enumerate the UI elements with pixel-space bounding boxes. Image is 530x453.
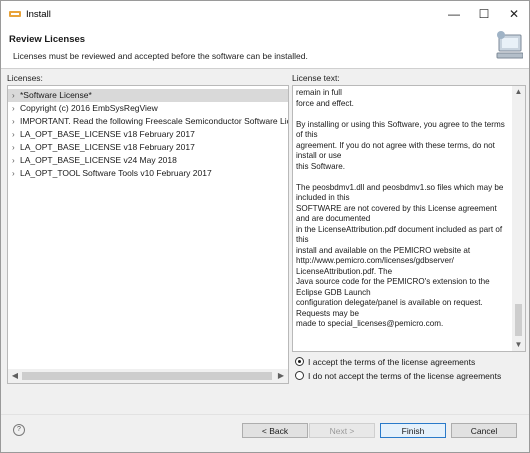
header-divider [1, 68, 529, 69]
chevron-right-icon[interactable]: › [12, 141, 15, 154]
scroll-up-icon[interactable]: ▲ [512, 86, 525, 98]
finish-button[interactable]: Finish [380, 423, 446, 438]
chevron-right-icon[interactable]: › [12, 128, 15, 141]
license-item-label: Copyright (c) 2016 EmbSysRegView [20, 103, 158, 113]
license-item-label: LA_OPT_BASE_LICENSE v18 February 2017 [20, 129, 195, 139]
accept-radio[interactable] [295, 357, 304, 366]
license-item[interactable]: › IMPORTANT. Read the following Freescal… [8, 115, 288, 128]
scroll-right-icon[interactable]: ▶ [274, 369, 288, 383]
close-button[interactable]: ✕ [499, 1, 529, 27]
license-text-content: remain in full force and effect. By inst… [296, 88, 505, 328]
licenses-label: Licenses: [7, 73, 43, 83]
page-subtitle: Licenses must be reviewed and accepted b… [13, 51, 308, 61]
page-title: Review Licenses [9, 34, 86, 45]
computer-install-icon [496, 31, 523, 59]
license-item[interactable]: › LA_OPT_BASE_LICENSE v24 May 2018 [8, 154, 288, 167]
cancel-button[interactable]: Cancel [451, 423, 517, 438]
license-item-label: *Software License* [20, 90, 92, 100]
license-item[interactable]: › LA_OPT_BASE_LICENSE v18 February 2017 [8, 141, 288, 154]
minimize-button[interactable]: — [439, 1, 469, 27]
scroll-left-icon[interactable]: ◀ [8, 369, 22, 383]
help-icon[interactable]: ? [13, 424, 25, 436]
maximize-button[interactable]: ☐ [469, 1, 499, 27]
license-item[interactable]: › LA_OPT_TOOL Software Tools v10 Februar… [8, 167, 288, 180]
back-button[interactable]: < Back [242, 423, 308, 438]
license-item-label: LA_OPT_BASE_LICENSE v18 February 2017 [20, 142, 195, 152]
license-text-label: License text: [292, 73, 340, 83]
chevron-right-icon[interactable]: › [12, 167, 15, 180]
vertical-scrollbar[interactable]: ▲ ▼ [512, 86, 525, 351]
title-bar: Install — ☐ ✕ [1, 1, 529, 27]
footer-divider [1, 414, 529, 415]
chevron-right-icon[interactable]: › [12, 89, 15, 102]
decline-label: I do not accept the terms of the license… [308, 371, 502, 381]
accept-label: I accept the terms of the license agreem… [308, 357, 476, 367]
eclipse-install-icon [9, 11, 21, 17]
window-title: Install [26, 9, 51, 20]
license-item[interactable]: › LA_OPT_BASE_LICENSE v18 February 2017 [8, 128, 288, 141]
install-dialog: Install — ☐ ✕ Review Licenses Licenses m… [0, 0, 530, 453]
chevron-right-icon[interactable]: › [12, 115, 15, 128]
license-text-area[interactable]: remain in full force and effect. By inst… [292, 85, 526, 352]
licenses-tree[interactable]: › *Software License* › Copyright (c) 201… [7, 85, 289, 384]
license-item-label: LA_OPT_BASE_LICENSE v24 May 2018 [20, 155, 177, 165]
scrollbar-thumb[interactable] [22, 372, 272, 380]
decline-radio[interactable] [295, 371, 304, 380]
horizontal-scrollbar[interactable]: ◀ ▶ [8, 369, 288, 383]
chevron-right-icon[interactable]: › [12, 102, 15, 115]
scroll-down-icon[interactable]: ▼ [512, 339, 525, 351]
license-item[interactable]: › Copyright (c) 2016 EmbSysRegView [8, 102, 288, 115]
next-button[interactable]: Next > [309, 423, 375, 438]
license-item[interactable]: › *Software License* [8, 89, 288, 102]
wizard-header: Review Licenses Licenses must be reviewe… [1, 27, 529, 68]
license-item-label: LA_OPT_TOOL Software Tools v10 February … [20, 168, 212, 178]
scrollbar-thumb[interactable] [515, 304, 522, 336]
chevron-right-icon[interactable]: › [12, 154, 15, 167]
license-item-label: IMPORTANT. Read the following Freescale … [20, 116, 288, 126]
